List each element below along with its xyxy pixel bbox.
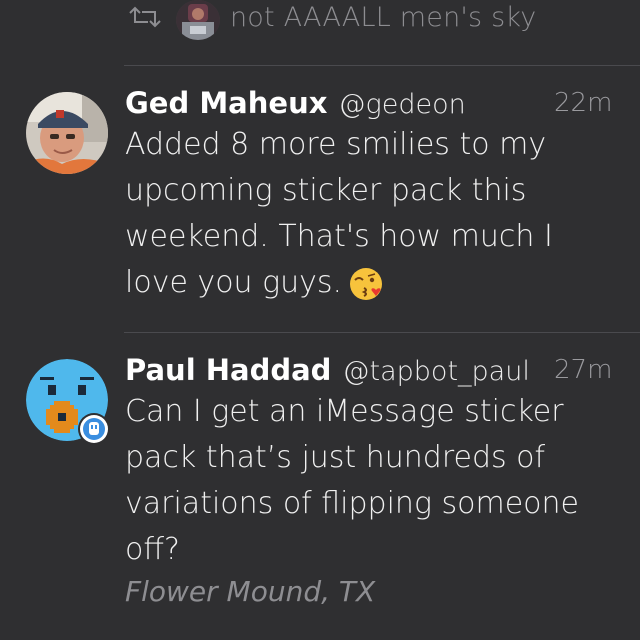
username-handle[interactable]: @gedeon (339, 89, 466, 120)
retweeter-avatar[interactable] (176, 0, 220, 40)
retweet-icon (129, 6, 161, 28)
timeline: not AAAALL men's sky Ged Maheux @gedeon … (0, 0, 640, 640)
tweet-cell[interactable]: Paul Haddad @tapbot_paul 27m Can I get a… (0, 333, 640, 640)
tapbot-app-badge-icon (78, 413, 110, 445)
tweet-text: Can I get an iMessage sticker pack that’… (125, 394, 579, 567)
tweet-text: Added 8 more smilies to my upcoming stic… (125, 122, 595, 306)
display-name[interactable]: Ged Maheux (125, 86, 327, 120)
username-handle[interactable]: @tapbot_paul (343, 356, 530, 387)
timestamp: 27m (554, 355, 613, 385)
retweet-context-text: not AAAALL men's sky (230, 2, 537, 33)
tweet-text-content: Added 8 more smilies to my upcoming stic… (125, 127, 553, 300)
avatar[interactable] (26, 92, 108, 174)
name-line: Paul Haddad @tapbot_paul (125, 353, 530, 387)
timestamp: 22m (554, 88, 613, 118)
name-line: Ged Maheux @gedeon (125, 86, 466, 120)
retweet-context-row[interactable]: not AAAALL men's sky (0, 0, 640, 40)
tweet-location[interactable]: Flower Mound, TX (125, 575, 375, 608)
tweet-cell[interactable]: Ged Maheux @gedeon 22m Added 8 more smil… (0, 66, 640, 332)
display-name[interactable]: Paul Haddad (125, 353, 331, 387)
kissing-face-emoji-icon (350, 267, 383, 300)
